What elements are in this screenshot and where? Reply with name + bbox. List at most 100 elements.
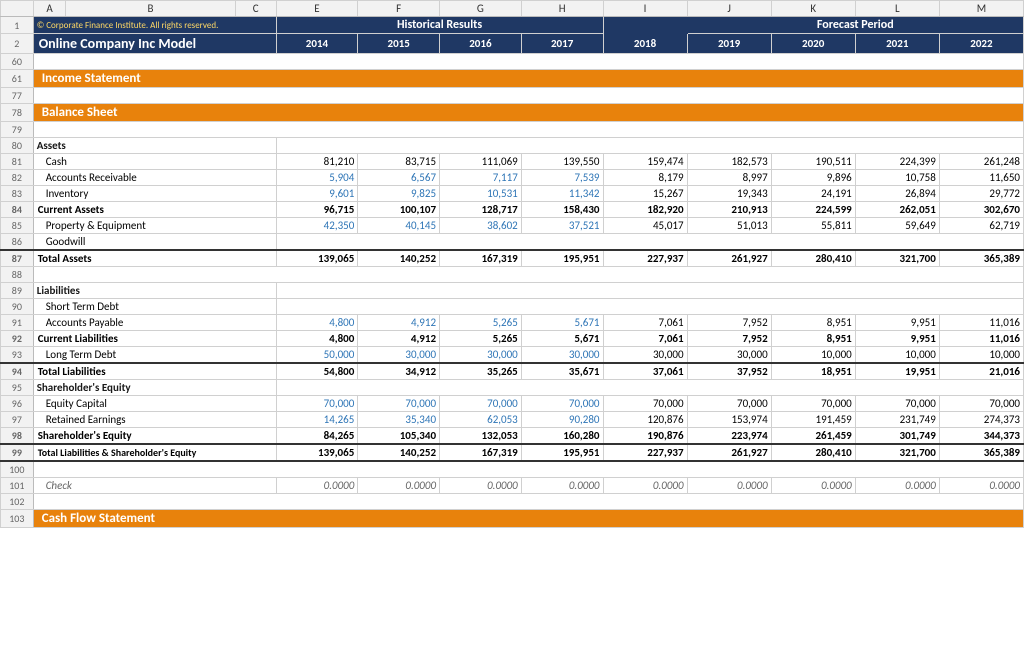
- ppe-2022: 62,719: [939, 218, 1023, 234]
- year-2020: 2020: [771, 34, 855, 54]
- cash-2021: 224,399: [855, 154, 939, 170]
- liabilities-label: Liabilities: [33, 283, 276, 299]
- assets-label: Assets: [33, 138, 276, 154]
- cl-2018: 7,061: [603, 331, 687, 347]
- ar-2022: 11,650: [939, 170, 1023, 186]
- te-2018: 190,876: [603, 428, 687, 445]
- tl-2016: 35,265: [440, 363, 522, 380]
- cash-flow-header: Cash Flow Statement: [33, 510, 1023, 528]
- spreadsheet: A B C E F G H I J K L M 1 © Corporate Fi…: [0, 0, 1024, 655]
- ap-2014: 4,800: [276, 315, 358, 331]
- re-2020: 191,459: [771, 412, 855, 428]
- forecast-header: Forecast Period: [687, 17, 1023, 34]
- row-80: 80 Assets: [1, 138, 1024, 154]
- ap-2019: 7,952: [687, 315, 771, 331]
- te-2014: 84,265: [276, 428, 358, 445]
- cash-2018: 159,474: [603, 154, 687, 170]
- col-h: H: [521, 1, 603, 17]
- te-2016: 132,053: [440, 428, 522, 445]
- row-1: 1 © Corporate Finance Institute. All rig…: [1, 17, 1024, 34]
- re-2019: 153,974: [687, 412, 771, 428]
- cl-2020: 8,951: [771, 331, 855, 347]
- ca-2017: 158,430: [521, 202, 603, 218]
- row-95: 95 Shareholder's Equity: [1, 380, 1024, 396]
- rownum-1: 1: [1, 17, 34, 34]
- check-label: Check: [33, 478, 276, 494]
- ap-2018: 7,061: [603, 315, 687, 331]
- check-2020: 0.0000: [771, 478, 855, 494]
- col-c: C: [235, 1, 276, 17]
- inv-2019: 19,343: [687, 186, 771, 202]
- cl-2016: 5,265: [440, 331, 522, 347]
- ppe-2015: 40,145: [358, 218, 440, 234]
- ppe-2020: 55,811: [771, 218, 855, 234]
- col-i: I: [603, 1, 687, 17]
- row-90: 90 Short Term Debt: [1, 299, 1024, 315]
- re-2018: 120,876: [603, 412, 687, 428]
- col-b: B: [66, 1, 235, 17]
- ppe-2021: 59,649: [855, 218, 939, 234]
- col-m: M: [939, 1, 1023, 17]
- row-87: 87 Total Assets 139,065 140,252 167,319 …: [1, 250, 1024, 267]
- year-2018: 2018: [603, 34, 687, 54]
- ap-label: Accounts Payable: [33, 315, 276, 331]
- check-2021: 0.0000: [855, 478, 939, 494]
- re-2014: 14,265: [276, 412, 358, 428]
- model-title: Online Company Inc Model: [33, 34, 276, 54]
- row-2: 2 Online Company Inc Model 2014 2015 201…: [1, 34, 1024, 54]
- ar-2014: 5,904: [276, 170, 358, 186]
- ec-2022: 70,000: [939, 396, 1023, 412]
- ap-2021: 9,951: [855, 315, 939, 331]
- inv-2015: 9,825: [358, 186, 440, 202]
- check-2022: 0.0000: [939, 478, 1023, 494]
- check-2014: 0.0000: [276, 478, 358, 494]
- tle-2022: 365,389: [939, 444, 1023, 461]
- ppe-2019: 51,013: [687, 218, 771, 234]
- balance-sheet-header: Balance Sheet: [33, 104, 1023, 122]
- tl-2022: 21,016: [939, 363, 1023, 380]
- ar-2018: 8,179: [603, 170, 687, 186]
- check-2019: 0.0000: [687, 478, 771, 494]
- historical-header: Historical Results: [276, 17, 603, 34]
- check-2017: 0.0000: [521, 478, 603, 494]
- row-103: 103 Cash Flow Statement: [1, 510, 1024, 528]
- cl-2021: 9,951: [855, 331, 939, 347]
- ar-2017: 7,539: [521, 170, 603, 186]
- ltd-2020: 10,000: [771, 347, 855, 364]
- col-g: G: [440, 1, 522, 17]
- cl-2015: 4,912: [358, 331, 440, 347]
- cash-2022: 261,248: [939, 154, 1023, 170]
- retained-label: Retained Earnings: [33, 412, 276, 428]
- ca-2014: 96,715: [276, 202, 358, 218]
- ar-2015: 6,567: [358, 170, 440, 186]
- row-98: 98 Shareholder's Equity 84,265 105,340 1…: [1, 428, 1024, 445]
- col-j: J: [687, 1, 771, 17]
- check-2018: 0.0000: [603, 478, 687, 494]
- equity-cap-label: Equity Capital: [33, 396, 276, 412]
- ltd-2018: 30,000: [603, 347, 687, 364]
- tl-2019: 37,952: [687, 363, 771, 380]
- spacer-1: [603, 17, 687, 34]
- ltd-2019: 30,000: [687, 347, 771, 364]
- tl-2020: 18,951: [771, 363, 855, 380]
- ap-2022: 11,016: [939, 315, 1023, 331]
- ltd-2015: 30,000: [358, 347, 440, 364]
- col-rownum: [1, 1, 34, 17]
- cash-2014: 81,210: [276, 154, 358, 170]
- ltd-label: Long Term Debt: [33, 347, 276, 364]
- tle-2019: 261,927: [687, 444, 771, 461]
- tl-2018: 37,061: [603, 363, 687, 380]
- ap-2017: 5,671: [521, 315, 603, 331]
- tle-2021: 321,700: [855, 444, 939, 461]
- inv-2018: 15,267: [603, 186, 687, 202]
- te-2019: 223,974: [687, 428, 771, 445]
- cash-2017: 139,550: [521, 154, 603, 170]
- inv-2014: 9,601: [276, 186, 358, 202]
- te-2022: 344,373: [939, 428, 1023, 445]
- cash-2015: 83,715: [358, 154, 440, 170]
- ec-2019: 70,000: [687, 396, 771, 412]
- row-101: 101 Check 0.0000 0.0000 0.0000 0.0000 0.…: [1, 478, 1024, 494]
- te-2021: 301,749: [855, 428, 939, 445]
- row-84: 84 Current Assets 96,715 100,107 128,717…: [1, 202, 1024, 218]
- ap-2015: 4,912: [358, 315, 440, 331]
